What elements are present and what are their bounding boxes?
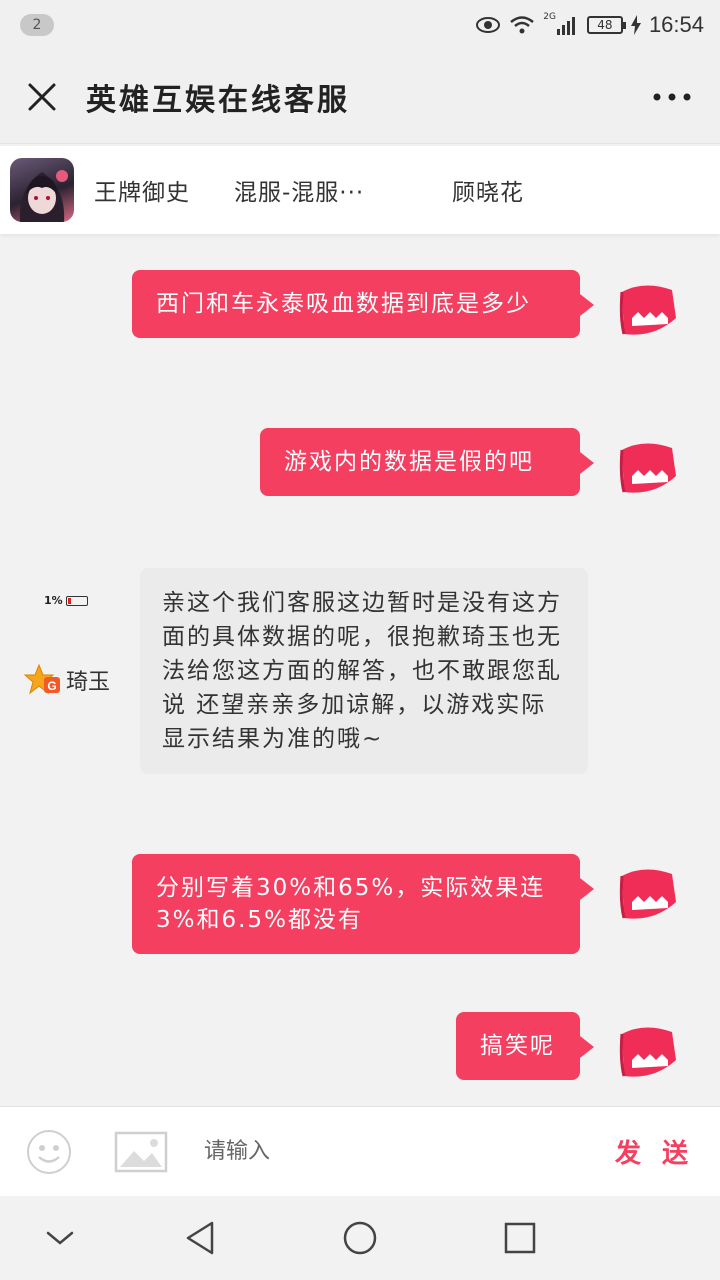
page-title: 英雄互娱在线客服 xyxy=(86,82,350,118)
character-name: 顾晓花 xyxy=(452,180,524,206)
close-button[interactable] xyxy=(24,79,60,115)
eye-icon xyxy=(475,16,501,34)
signal-type-label: 2G xyxy=(543,12,556,22)
game-info-bar: 王牌御史 混服-混服··· 顾晓花 xyxy=(0,146,720,234)
agent-name: 琦玉 xyxy=(66,670,111,695)
game-avatar xyxy=(10,158,74,222)
status-bar: 2 2G 48 16:54 xyxy=(0,0,720,50)
send-button[interactable]: 发 送 xyxy=(615,1133,694,1170)
title-bar: 英雄互娱在线客服 xyxy=(0,50,720,144)
star-badge-icon: G xyxy=(24,663,60,695)
home-circle-icon xyxy=(343,1221,377,1255)
notification-badge: 2 xyxy=(20,14,54,36)
agent-name-row: G 琦玉 xyxy=(24,663,120,697)
system-nav-bar xyxy=(0,1196,720,1280)
agent-message-bubble: 亲这个我们客服这边暂时是没有这方面的具体数据的呢，很抱歉琦玉也无法给您这方面的解… xyxy=(140,568,588,774)
message-input-bar: 发 送 xyxy=(0,1106,720,1196)
user-avatar xyxy=(614,1020,680,1086)
agent-info: 1% G 琦玉 xyxy=(24,594,120,697)
more-icon xyxy=(653,93,691,100)
user-avatar xyxy=(614,278,680,344)
more-options-button[interactable] xyxy=(648,79,696,115)
svg-text:G: G xyxy=(47,679,56,693)
recents-square-icon xyxy=(504,1222,536,1254)
cellular-signal-icon: 2G xyxy=(543,12,579,35)
user-message-bubble: 搞笑呢 xyxy=(456,1012,594,1080)
battery-indicator: 48 xyxy=(586,16,626,34)
close-icon xyxy=(28,83,56,110)
back-triangle-icon xyxy=(186,1221,214,1255)
message-input[interactable] xyxy=(204,1126,564,1177)
image-icon[interactable] xyxy=(114,1131,168,1173)
user-message-bubble: 游戏内的数据是假的吧 xyxy=(260,428,594,496)
agent-battery-text: 1% xyxy=(44,594,63,607)
user-avatar xyxy=(614,436,680,502)
game-name: 王牌御史 xyxy=(94,180,190,206)
server-name: 混服-混服··· xyxy=(234,180,365,206)
charging-icon xyxy=(630,15,641,35)
status-time: 16:54 xyxy=(648,12,704,37)
chevron-down-icon xyxy=(46,1231,74,1245)
home-button[interactable] xyxy=(330,1208,390,1268)
status-icons: 2G 48 16:54 xyxy=(475,12,704,38)
low-battery-icon xyxy=(65,595,88,606)
back-button[interactable] xyxy=(170,1208,230,1268)
wifi-icon xyxy=(509,15,535,35)
user-message-bubble: 分别写着30%和65%，实际效果连3%和6.5%都没有 xyxy=(132,854,594,954)
user-avatar xyxy=(614,862,680,928)
recents-button[interactable] xyxy=(490,1208,550,1268)
user-message-bubble: 西门和车永泰吸血数据到底是多少 xyxy=(132,270,594,338)
chat-area[interactable]: 西门和车永泰吸血数据到底是多少 游戏内的数据是假的吧 1% G 琦玉 亲这个我们… xyxy=(0,234,720,1106)
agent-status: 1% xyxy=(44,594,120,607)
smiley-icon[interactable] xyxy=(26,1129,72,1175)
collapse-button[interactable] xyxy=(30,1208,90,1268)
